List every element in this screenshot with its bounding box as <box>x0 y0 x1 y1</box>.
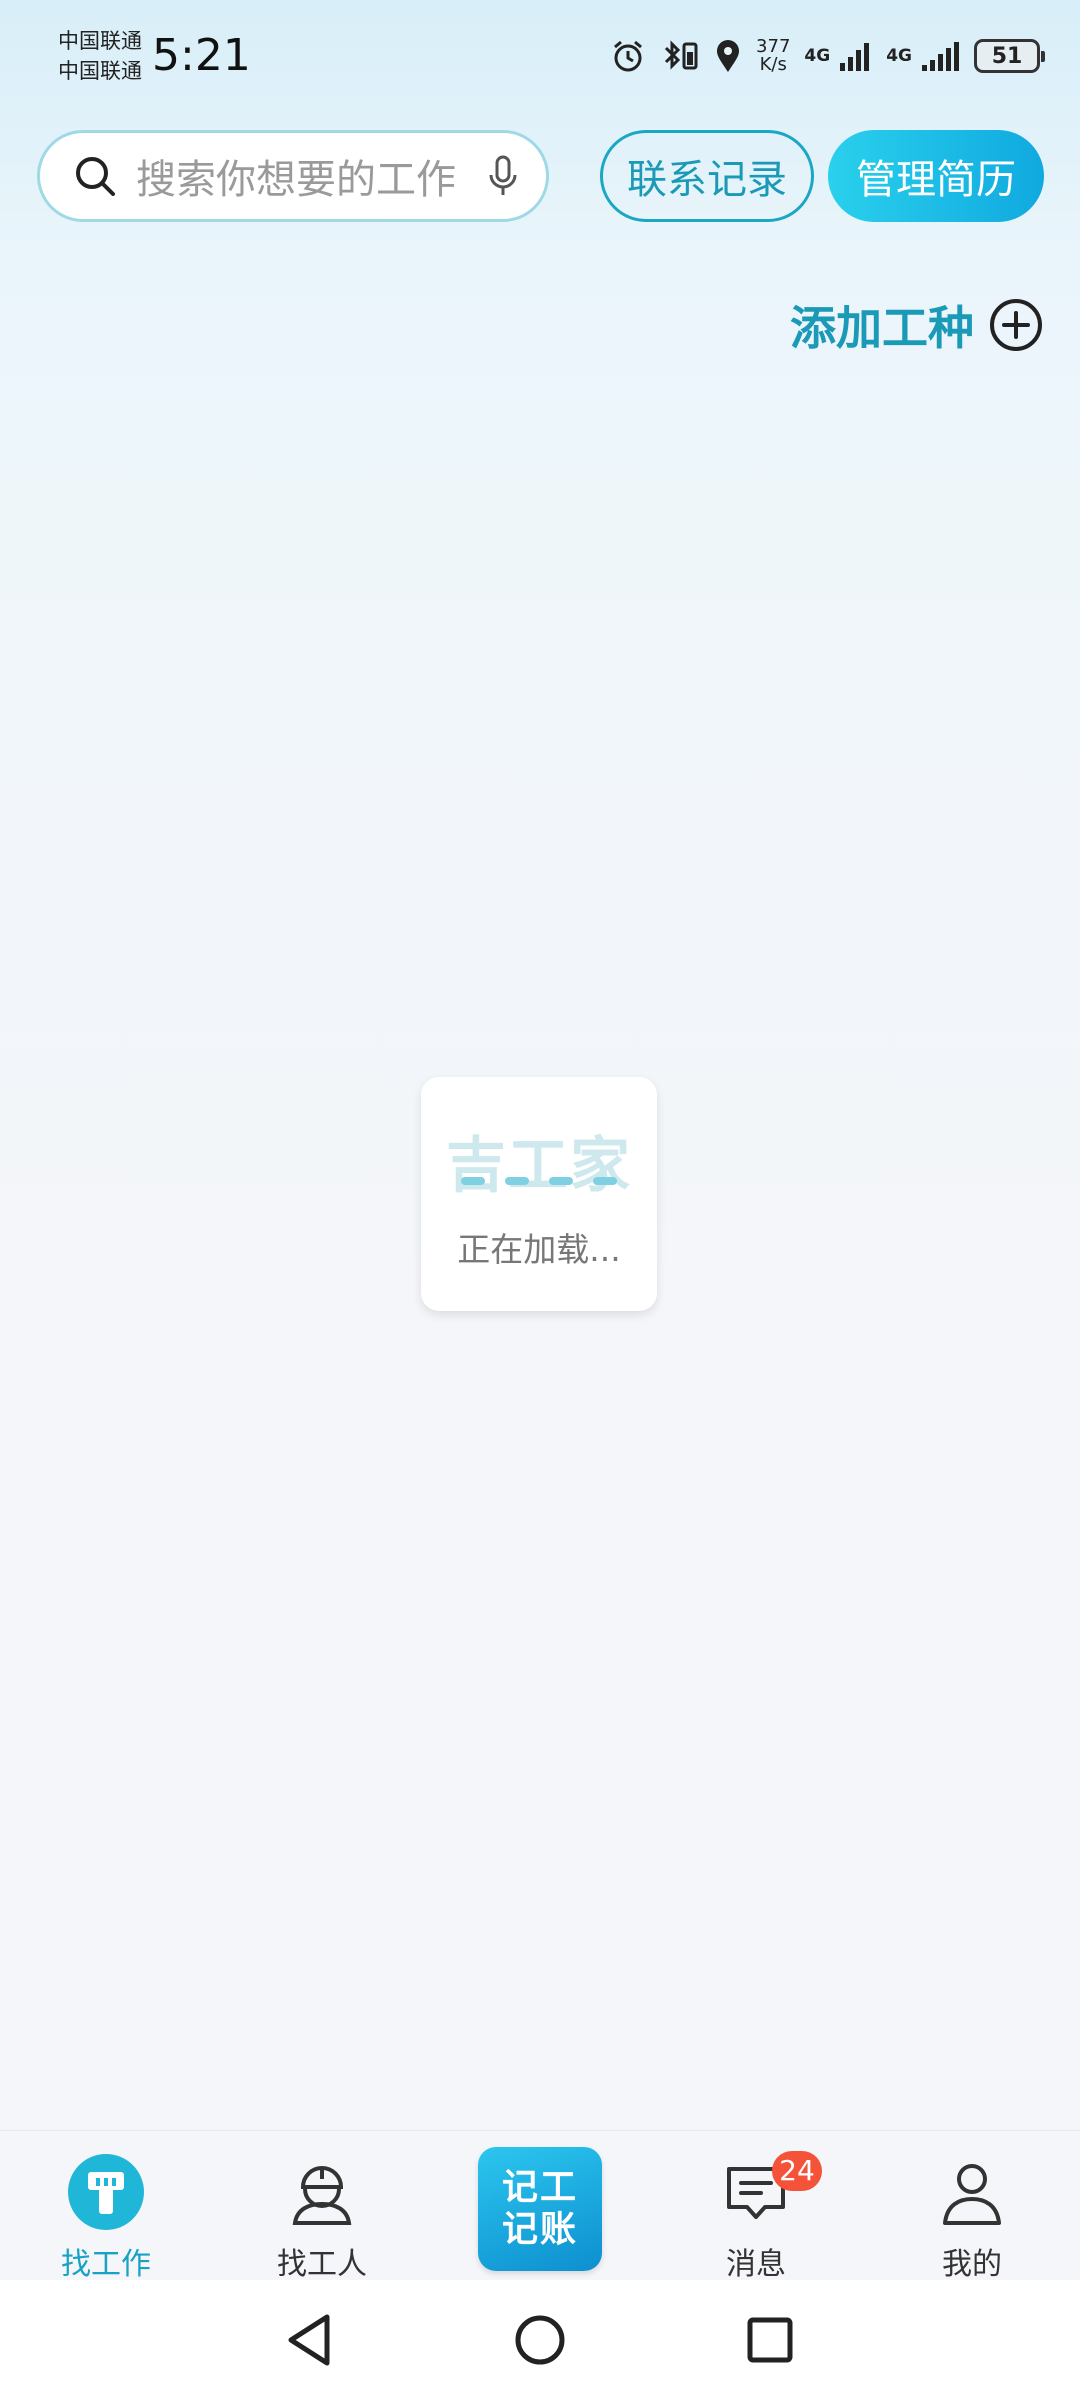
carrier-1: 中国联通 <box>58 29 142 53</box>
battery-indicator: 51 <box>974 39 1045 73</box>
add-trade-label: 添加工种 <box>790 301 974 355</box>
microphone-icon[interactable] <box>488 155 518 197</box>
bluetooth-battery-icon <box>664 40 698 70</box>
network-type-2: 4G <box>886 46 912 66</box>
status-bar: 中国联通 中国联通 5:21 377 K/s 4G 4G 51 <box>0 0 1080 110</box>
nav-find-worker[interactable]: 找工人 <box>242 2151 402 2283</box>
plus-circle-icon <box>990 299 1042 351</box>
carrier-2: 中国联通 <box>58 59 142 83</box>
nav-find-worker-label: 找工人 <box>277 2247 367 2282</box>
record-work-button[interactable]: 记工 记账 <box>478 2147 602 2271</box>
nav-profile[interactable]: 我的 <box>892 2151 1052 2283</box>
recents-button[interactable] <box>740 2310 800 2370</box>
profile-icon <box>943 2164 1001 2225</box>
network-speed: 377 K/s <box>756 38 790 74</box>
location-icon <box>717 40 740 72</box>
recents-square-icon <box>747 2317 793 2363</box>
loading-dot <box>461 1177 485 1185</box>
nav-messages[interactable]: 24 消息 <box>676 2151 836 2283</box>
loading-dot <box>505 1177 529 1185</box>
home-circle-icon <box>515 2315 565 2365</box>
nav-messages-label: 消息 <box>726 2247 786 2282</box>
bottom-navigation: 找工作 找工人 记工 记账 24 消息 我的 <box>0 2130 1080 2283</box>
loading-dialog: 吉工家 正在加载... <box>421 1077 657 1311</box>
network-type-1: 4G <box>804 46 831 66</box>
record-work-line2: 记账 <box>501 2209 578 2250</box>
nav-profile-label: 我的 <box>942 2247 1002 2282</box>
status-icons: 377 K/s 4G 4G 51 <box>610 34 1045 78</box>
contact-records-button[interactable]: 联系记录 <box>600 130 814 222</box>
back-button[interactable] <box>280 2310 340 2370</box>
clock: 5:21 <box>152 30 251 81</box>
net-speed-unit: K/s <box>759 54 787 75</box>
signal-icon-2 <box>922 42 959 71</box>
search-placeholder: 搜索你想要的工作 <box>136 157 456 203</box>
app-logo: 吉工家 <box>446 1131 632 1201</box>
unread-badge: 24 <box>772 2151 822 2191</box>
search-icon <box>76 157 115 196</box>
loading-dot <box>549 1177 573 1185</box>
nav-find-job-label: 找工作 <box>61 2247 151 2282</box>
system-navigation-bar <box>0 2280 1080 2400</box>
signal-icon-1 <box>840 43 870 71</box>
nav-find-job[interactable]: 找工作 <box>26 2151 186 2283</box>
search-input[interactable]: 搜索你想要的工作 <box>37 130 549 222</box>
loading-text: 正在加载... <box>457 1230 621 1269</box>
manage-resume-button[interactable]: 管理简历 <box>828 130 1044 222</box>
back-triangle-icon <box>288 2314 330 2366</box>
record-work-line1: 记工 <box>501 2167 578 2208</box>
alarm-icon <box>614 40 643 72</box>
carrier-info: 中国联通 中国联通 <box>58 26 142 86</box>
home-button[interactable] <box>510 2310 570 2370</box>
find-job-icon <box>68 2154 144 2230</box>
loading-progress-dots <box>451 1177 627 1187</box>
loading-dot <box>593 1177 617 1185</box>
add-trade-button[interactable]: 添加工种 <box>790 290 1044 360</box>
worker-helmet-icon <box>292 2166 352 2225</box>
